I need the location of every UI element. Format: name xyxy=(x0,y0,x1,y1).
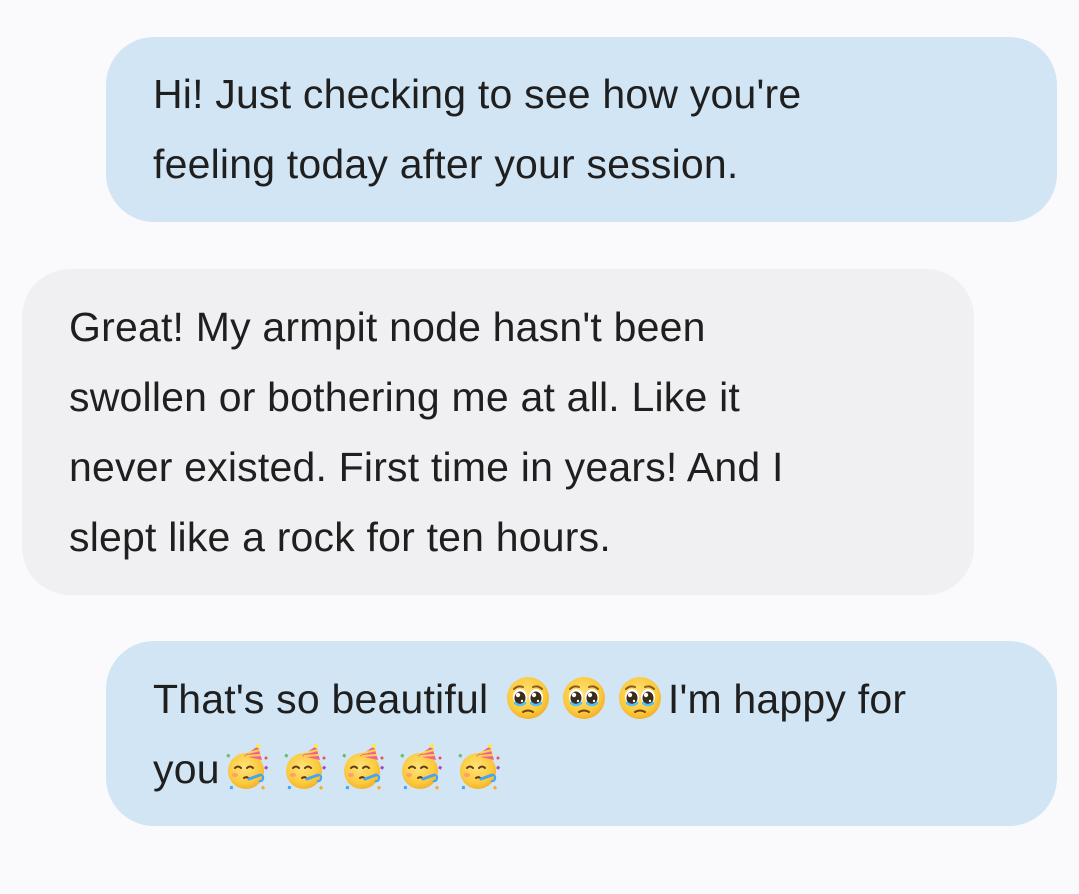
partying-face-icon xyxy=(224,744,272,792)
outgoing-message-bubble[interactable]: That's so beautiful I'm happy for you xyxy=(106,641,1057,826)
partying-face-icon xyxy=(398,744,446,792)
partying-face-icon xyxy=(456,744,504,792)
incoming-message-bubble[interactable]: Great! My armpit node hasn't been swolle… xyxy=(22,269,974,595)
outgoing-message-bubble[interactable]: Hi! Just checking to see how you're feel… xyxy=(106,37,1057,222)
pleading-face-icon xyxy=(616,674,664,722)
partying-face-icon xyxy=(340,744,388,792)
message-text-line: you xyxy=(153,734,1027,804)
message-text: I'm happy for xyxy=(667,676,907,722)
pleading-face-icon xyxy=(560,674,608,722)
message-text-line: slept like a rock for ten hours. xyxy=(69,514,611,560)
message-text: That's so beautiful xyxy=(153,676,489,722)
partying-face-icon xyxy=(282,744,330,792)
message-text-line: never existed. First time in years! And … xyxy=(69,444,784,490)
message-text: you xyxy=(153,746,220,792)
message-text-line: swollen or bothering me at all. Like it xyxy=(69,374,740,420)
conversation-thread: Hi! Just checking to see how you're feel… xyxy=(0,0,1079,894)
message-text-line: That's so beautiful I'm happy for xyxy=(153,664,1027,734)
message-text-line: feeling today after your session. xyxy=(153,141,739,187)
message-text-line: Hi! Just checking to see how you're xyxy=(153,71,802,117)
message-text-line: Great! My armpit node hasn't been xyxy=(69,304,706,350)
pleading-face-icon xyxy=(504,674,552,722)
